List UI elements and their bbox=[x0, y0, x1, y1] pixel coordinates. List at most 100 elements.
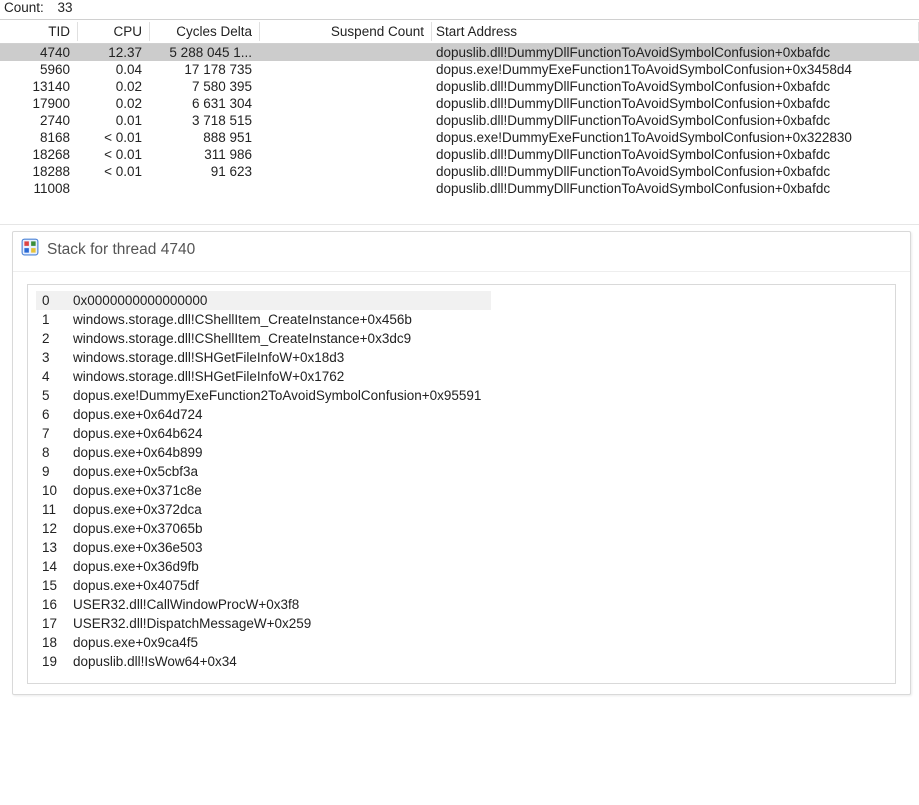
thread-row[interactable]: 11008 dopuslib.dll!DummyDllFunctionToAvoi… bbox=[0, 180, 919, 197]
stack-title-prefix: Stack for thread bbox=[47, 241, 156, 258]
stack-table: 00x00000000000000001windows.storage.dll!… bbox=[36, 291, 491, 671]
thread-cell-cycles: 7 580 395 bbox=[150, 78, 260, 95]
thread-cell-cpu bbox=[78, 180, 150, 197]
stack-icon bbox=[21, 238, 39, 261]
stack-frame-name: dopus.exe+0x36d9fb bbox=[67, 557, 491, 576]
stack-title-thread-id: 4740 bbox=[161, 241, 195, 258]
stack-frame-row[interactable]: 6dopus.exe+0x64d724 bbox=[36, 405, 491, 424]
stack-frame-index: 11 bbox=[36, 500, 67, 519]
thread-cell-tid: 11008 bbox=[0, 180, 78, 197]
stack-frame-row[interactable]: 8dopus.exe+0x64b899 bbox=[36, 443, 491, 462]
stack-frame-row[interactable]: 13dopus.exe+0x36e503 bbox=[36, 538, 491, 557]
thread-cell-tid: 8168 bbox=[0, 129, 78, 146]
thread-cell-start: dopuslib.dll!DummyDllFunctionToAvoidSymb… bbox=[432, 180, 919, 197]
thread-cell-suspend bbox=[260, 180, 432, 197]
stack-frame-name: USER32.dll!DispatchMessageW+0x259 bbox=[67, 614, 491, 633]
stack-frame-row[interactable]: 15dopus.exe+0x4075df bbox=[36, 576, 491, 595]
stack-frame-row[interactable]: 5dopus.exe!DummyExeFunction2ToAvoidSymbo… bbox=[36, 386, 491, 405]
stack-frame-name: dopus.exe+0x371c8e bbox=[67, 481, 491, 500]
stack-frame-index: 5 bbox=[36, 386, 67, 405]
thread-cell-cpu: 0.04 bbox=[78, 61, 150, 78]
stack-frame-row[interactable]: 1windows.storage.dll!CShellItem_CreateIn… bbox=[36, 310, 491, 329]
stack-frame-name: 0x0000000000000000 bbox=[67, 291, 491, 310]
col-header-cpu[interactable]: CPU bbox=[78, 20, 150, 44]
thread-cell-suspend bbox=[260, 44, 432, 62]
stack-window: Stack for thread 4740 00x000000000000000… bbox=[12, 231, 911, 695]
stack-frame-row[interactable]: 4windows.storage.dll!SHGetFileInfoW+0x17… bbox=[36, 367, 491, 386]
stack-frame-index: 17 bbox=[36, 614, 67, 633]
stack-frame-name: windows.storage.dll!CShellItem_CreateIns… bbox=[67, 329, 491, 348]
stack-frame-index: 3 bbox=[36, 348, 67, 367]
thread-table-header[interactable]: TID CPU Cycles Delta Suspend Count Start… bbox=[0, 20, 919, 44]
stack-frame-name: windows.storage.dll!SHGetFileInfoW+0x176… bbox=[67, 367, 491, 386]
thread-cell-start: dopuslib.dll!DummyDllFunctionToAvoidSymb… bbox=[432, 78, 919, 95]
stack-frame-index: 10 bbox=[36, 481, 67, 500]
thread-row[interactable]: 179000.026 631 304dopuslib.dll!DummyDllF… bbox=[0, 95, 919, 112]
thread-cell-start: dopus.exe!DummyExeFunction1ToAvoidSymbol… bbox=[432, 61, 919, 78]
stack-frame-name: windows.storage.dll!CShellItem_CreateIns… bbox=[67, 310, 491, 329]
col-header-cycles[interactable]: Cycles Delta bbox=[150, 20, 260, 44]
thread-row[interactable]: 59600.0417 178 735 dopus.exe!DummyExeFunc… bbox=[0, 61, 919, 78]
stack-frame-row[interactable]: 00x0000000000000000 bbox=[36, 291, 491, 310]
thread-row[interactable]: 18288< 0.0191 623dopuslib.dll!DummyDllFu… bbox=[0, 163, 919, 180]
stack-frame-row[interactable]: 16USER32.dll!CallWindowProcW+0x3f8 bbox=[36, 595, 491, 614]
stack-frame-name: dopus.exe+0x64b899 bbox=[67, 443, 491, 462]
stack-frame-name: windows.storage.dll!SHGetFileInfoW+0x18d… bbox=[67, 348, 491, 367]
thread-cell-cycles: 3 718 515 bbox=[150, 112, 260, 129]
stack-frame-name: dopuslib.dll!IsWow64+0x34 bbox=[67, 652, 491, 671]
stack-frame-row[interactable]: 3windows.storage.dll!SHGetFileInfoW+0x18… bbox=[36, 348, 491, 367]
thread-cell-tid: 4740 bbox=[0, 44, 78, 62]
stack-frame-index: 16 bbox=[36, 595, 67, 614]
thread-cell-cpu: < 0.01 bbox=[78, 163, 150, 180]
thread-cell-suspend bbox=[260, 61, 432, 78]
stack-title-text: Stack for thread 4740 bbox=[47, 241, 195, 259]
col-header-start[interactable]: Start Address bbox=[432, 20, 919, 44]
stack-frame-index: 13 bbox=[36, 538, 67, 557]
stack-frame-row[interactable]: 9dopus.exe+0x5cbf3a bbox=[36, 462, 491, 481]
col-header-tid[interactable]: TID bbox=[0, 20, 78, 44]
thread-row[interactable]: 27400.013 718 515dopuslib.dll!DummyDllFu… bbox=[0, 112, 919, 129]
thread-cell-tid: 5960 bbox=[0, 61, 78, 78]
stack-frame-name: dopus.exe+0x372dca bbox=[67, 500, 491, 519]
stack-frame-row[interactable]: 10dopus.exe+0x371c8e bbox=[36, 481, 491, 500]
stack-frame-name: dopus.exe+0x36e503 bbox=[67, 538, 491, 557]
stack-frame-index: 15 bbox=[36, 576, 67, 595]
stack-frame-index: 8 bbox=[36, 443, 67, 462]
stack-frame-index: 9 bbox=[36, 462, 67, 481]
thread-cell-cpu: < 0.01 bbox=[78, 146, 150, 163]
thread-cell-cpu: 12.37 bbox=[78, 44, 150, 62]
thread-cell-suspend bbox=[260, 163, 432, 180]
stack-frame-row[interactable]: 2windows.storage.dll!CShellItem_CreateIn… bbox=[36, 329, 491, 348]
thread-row[interactable]: 474012.375 288 045 1...dopuslib.dll!Dumm… bbox=[0, 44, 919, 62]
stack-window-title: Stack for thread 4740 bbox=[13, 232, 910, 272]
stack-frame-name: USER32.dll!CallWindowProcW+0x3f8 bbox=[67, 595, 491, 614]
stack-frame-index: 2 bbox=[36, 329, 67, 348]
stack-frame-index: 7 bbox=[36, 424, 67, 443]
thread-list[interactable]: TID CPU Cycles Delta Suspend Count Start… bbox=[0, 19, 919, 225]
stack-frame-list[interactable]: 00x00000000000000001windows.storage.dll!… bbox=[27, 284, 896, 684]
thread-cell-start: dopuslib.dll!DummyDllFunctionToAvoidSymb… bbox=[432, 44, 919, 62]
stack-frame-row[interactable]: 18dopus.exe+0x9ca4f5 bbox=[36, 633, 491, 652]
stack-frame-row[interactable]: 14dopus.exe+0x36d9fb bbox=[36, 557, 491, 576]
stack-frame-row[interactable]: 19dopuslib.dll!IsWow64+0x34 bbox=[36, 652, 491, 671]
stack-frame-index: 18 bbox=[36, 633, 67, 652]
thread-cell-suspend bbox=[260, 78, 432, 95]
thread-cell-start: dopus.exe!DummyExeFunction1ToAvoidSymbol… bbox=[432, 129, 919, 146]
stack-frame-row[interactable]: 11dopus.exe+0x372dca bbox=[36, 500, 491, 519]
thread-cell-cpu: 0.01 bbox=[78, 112, 150, 129]
thread-row[interactable]: 131400.027 580 395dopuslib.dll!DummyDllF… bbox=[0, 78, 919, 95]
thread-cell-start: dopuslib.dll!DummyDllFunctionToAvoidSymb… bbox=[432, 95, 919, 112]
thread-cell-tid: 2740 bbox=[0, 112, 78, 129]
stack-frame-row[interactable]: 17USER32.dll!DispatchMessageW+0x259 bbox=[36, 614, 491, 633]
stack-frame-row[interactable]: 12dopus.exe+0x37065b bbox=[36, 519, 491, 538]
col-header-suspend[interactable]: Suspend Count bbox=[260, 20, 432, 44]
thread-row[interactable]: 18268< 0.01311 986dopuslib.dll!DummyDllF… bbox=[0, 146, 919, 163]
thread-cell-tid: 17900 bbox=[0, 95, 78, 112]
thread-cell-tid: 13140 bbox=[0, 78, 78, 95]
thread-cell-suspend bbox=[260, 129, 432, 146]
stack-frame-row[interactable]: 7dopus.exe+0x64b624 bbox=[36, 424, 491, 443]
thread-row[interactable]: 8168< 0.01888 951dopus.exe!DummyExeFunct… bbox=[0, 129, 919, 146]
thread-cell-suspend bbox=[260, 95, 432, 112]
thread-cell-cycles: 17 178 735 bbox=[150, 61, 260, 78]
thread-cell-cycles bbox=[150, 180, 260, 197]
